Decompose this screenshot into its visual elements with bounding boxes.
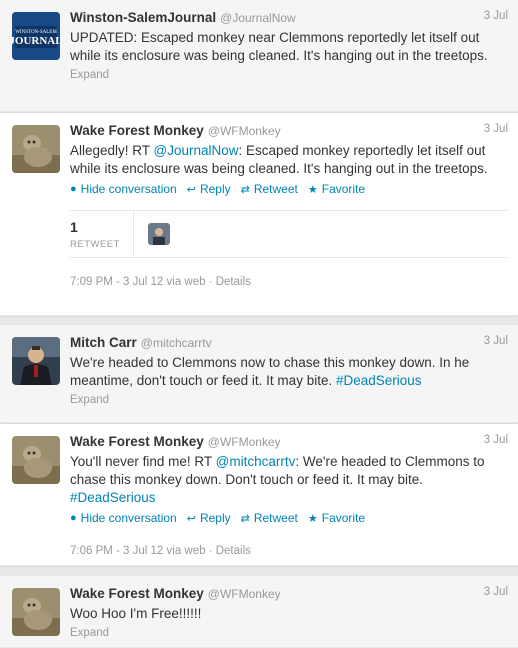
reply-arrow-icon: ↩ [186, 512, 196, 525]
tweet-text: Woo Hoo I'm Free!!!!!! [70, 606, 202, 621]
timestamp[interactable]: 3 Jul [484, 586, 508, 598]
avatar[interactable] [12, 125, 60, 173]
conversation-icon: ● [70, 183, 77, 195]
timestamp[interactable]: 3 Jul [484, 123, 508, 135]
user-name[interactable]: Wake Forest Monkey [70, 123, 204, 138]
tweet-stats: 1 RETWEET [70, 210, 508, 258]
action-label: Favorite [321, 511, 366, 525]
expand-link[interactable]: Expand [70, 69, 508, 83]
user-handle[interactable]: @WFMonkey [208, 435, 281, 449]
conversation-icon: ● [70, 512, 77, 524]
tweet-text: We're headed to Clemmons now to chase th… [70, 354, 510, 390]
timestamp[interactable]: 3 Jul [484, 335, 508, 347]
retweet-stat-label: RETWEET [70, 239, 120, 250]
retweeter-avatar[interactable] [148, 223, 170, 245]
tweet-text: UPDATED: Escaped monkey near Clemmons re… [70, 30, 488, 63]
hashtag-link[interactable]: #DeadSerious [336, 373, 422, 388]
timestamp[interactable]: 3 Jul [484, 10, 508, 22]
user-handle[interactable]: @mitchcarrtv [141, 336, 212, 350]
hide-conversation-button[interactable]: ● Hide conversation [70, 182, 177, 196]
retweet-icon: ⇄ [240, 183, 250, 196]
hashtag-link[interactable]: #DeadSerious [70, 490, 156, 505]
timestamp[interactable]: 3 Jul [484, 434, 508, 446]
action-label: Reply [199, 511, 231, 525]
retweet-button[interactable]: ⇄ Retweet [241, 511, 298, 525]
user-name[interactable]: Wake Forest Monkey [70, 586, 204, 601]
star-icon: ★ [307, 183, 318, 196]
avatar[interactable] [12, 436, 60, 484]
retweet-count: 1 [70, 219, 78, 235]
reply-button[interactable]: ↩ Reply [187, 511, 231, 525]
user-handle[interactable]: @JournalNow [220, 11, 296, 25]
user-name[interactable]: Wake Forest Monkey [70, 434, 204, 449]
mention-link[interactable]: @JournalNow [154, 143, 239, 158]
expand-link[interactable]: Expand [70, 627, 508, 641]
action-label: Reply [199, 182, 231, 196]
action-label: Retweet [253, 511, 298, 525]
tweet-actions: ● Hide conversation ↩ Reply ⇄ Retweet ★ Favo… [70, 511, 508, 525]
tweet-expanded[interactable]: Wake Forest Monkey @WFMonkey 3 Jul You'l… [0, 424, 518, 566]
favorite-button[interactable]: ★ Favorite [308, 511, 365, 525]
user-name[interactable]: Mitch Carr [70, 335, 137, 350]
user-name[interactable]: Winston-SalemJournal [70, 10, 216, 25]
tweet-text: You'll never find me! RT @mitchcarrtv: W… [70, 453, 510, 507]
mention-link[interactable]: @mitchcarrtv [216, 454, 296, 469]
retweet-icon: ⇄ [240, 512, 250, 525]
tweet-actions: ● Hide conversation ↩ Reply ⇄ Retweet ★ Favo… [70, 182, 508, 196]
reply-button[interactable]: ↩ Reply [187, 182, 231, 196]
text-part: You'll never find me! RT [70, 454, 216, 469]
retweet-button[interactable]: ⇄ Retweet [241, 182, 298, 196]
avatar[interactable] [12, 588, 60, 636]
avatar[interactable] [12, 337, 60, 385]
tweet[interactable]: Wake Forest Monkey @WFMonkey 3 Jul Woo H… [0, 576, 518, 648]
text-part: Allegedly! RT [70, 143, 154, 158]
tweet-meta[interactable]: 7:06 PM - 3 Jul 12 via web · Details [70, 545, 508, 559]
tweet-meta[interactable]: 7:09 PM - 3 Jul 12 via web · Details [70, 276, 508, 290]
user-handle[interactable]: @WFMonkey [208, 124, 281, 138]
tweet[interactable]: Mitch Carr @mitchcarrtv 3 Jul We're head… [0, 325, 518, 423]
action-label: Hide conversation [80, 511, 177, 525]
expand-link[interactable]: Expand [70, 394, 508, 408]
action-label: Retweet [253, 182, 298, 196]
hide-conversation-button[interactable]: ● Hide conversation [70, 511, 177, 525]
monkey-avatar-icon [12, 125, 60, 173]
reply-arrow-icon: ↩ [186, 183, 196, 196]
star-icon: ★ [307, 512, 318, 525]
monkey-avatar-icon [12, 588, 60, 636]
user-handle[interactable]: @WFMonkey [208, 587, 281, 601]
avatar[interactable]: WINSTON-SALEM JOURNAL [12, 12, 60, 60]
action-label: Favorite [321, 182, 366, 196]
journal-logo-icon: WINSTON-SALEM JOURNAL [12, 12, 60, 60]
tweet-text: Allegedly! RT @JournalNow: Escaped monke… [70, 142, 510, 178]
favorite-button[interactable]: ★ Favorite [308, 182, 365, 196]
monkey-avatar-icon [12, 436, 60, 484]
retweet-stat[interactable]: 1 RETWEET [70, 211, 134, 257]
tweet[interactable]: WINSTON-SALEM JOURNAL Winston-SalemJourn… [0, 0, 518, 112]
action-label: Hide conversation [80, 182, 177, 196]
person-avatar-icon [12, 337, 60, 385]
person-avatar-icon [148, 223, 170, 245]
svg-text:JOURNAL: JOURNAL [12, 35, 60, 47]
tweet-expanded[interactable]: Wake Forest Monkey @WFMonkey 3 Jul Alleg… [0, 113, 518, 316]
